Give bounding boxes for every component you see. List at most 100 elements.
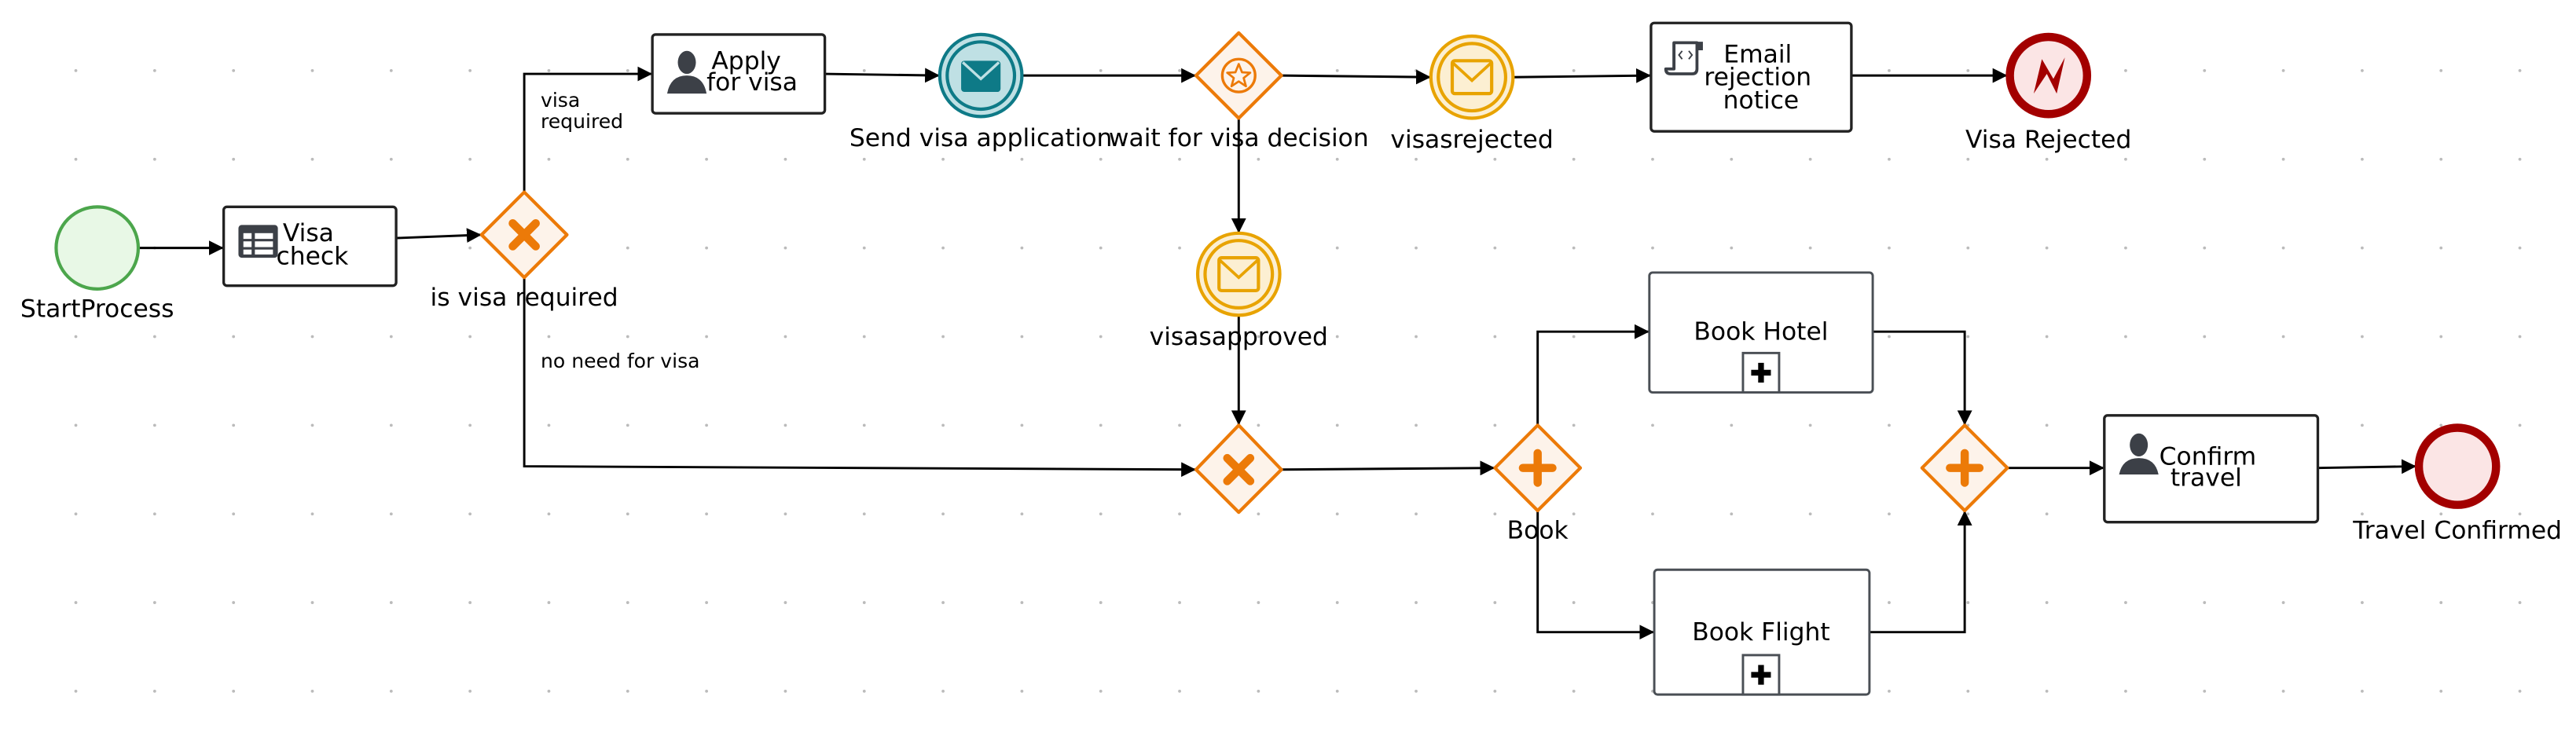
flow-apply-to-send[interactable]: [824, 68, 940, 83]
bpmn-canvas[interactable]: visa required no need for visa StartProc…: [0, 0, 2576, 729]
grid-dot: [2203, 157, 2207, 161]
grid-dot: [783, 601, 787, 604]
gateway-merge-exclusive[interactable]: [1194, 423, 1283, 515]
subprocess-book-hotel-label: Book Hotel: [1693, 318, 1828, 346]
grid-dot: [1966, 335, 1970, 339]
grid-dot: [1099, 423, 1103, 427]
flow-no-need-for-visa[interactable]: [523, 277, 1196, 478]
grid-dot: [2361, 335, 2364, 339]
event-send-visa-application[interactable]: [938, 32, 1024, 119]
grid-dot: [1178, 157, 1181, 161]
event-visasrejected[interactable]: [1429, 34, 1515, 120]
grid-dot: [783, 246, 787, 250]
flow-visa-check-to-gateway[interactable]: [396, 228, 482, 244]
grid-dot: [941, 335, 945, 339]
grid-dot: [862, 690, 866, 693]
grid-dot: [389, 601, 393, 604]
expand-plus-icon[interactable]: [1741, 351, 1781, 394]
task-confirm-travel[interactable]: Confirm travel: [2103, 414, 2320, 524]
grid-dot: [1572, 157, 1576, 161]
grid-dot: [1335, 512, 1339, 516]
flow-confirm-to-end[interactable]: [2317, 459, 2416, 474]
gateway-book-label: Book: [1507, 517, 1569, 545]
grid-dot: [1257, 157, 1260, 161]
grid-dot: [1415, 246, 1418, 250]
grid-dot: [1808, 423, 1812, 427]
flow-merge-to-book[interactable]: [1281, 460, 1495, 476]
grid-dot: [232, 423, 236, 427]
grid-dot: [310, 423, 314, 427]
grid-dot: [74, 157, 78, 161]
grid-dot: [1808, 246, 1812, 250]
grid-dot: [2281, 601, 2285, 604]
grid-dot: [1099, 690, 1103, 693]
grid-dot: [1966, 512, 1970, 516]
flow-flight-to-join[interactable]: [1869, 511, 1972, 634]
task-visa-check[interactable]: Visa check: [222, 205, 398, 288]
grid-dot: [862, 601, 866, 604]
gateway-is-visa-required[interactable]: [479, 190, 569, 280]
grid-dot: [468, 335, 472, 339]
grid-dot: [2281, 157, 2285, 161]
subprocess-book-flight-label: Book Flight: [1692, 618, 1829, 647]
grid-dot: [152, 512, 156, 516]
grid-dot: [862, 246, 866, 250]
start-event[interactable]: [54, 205, 141, 291]
task-apply-for-visa[interactable]: Apply for visa: [651, 33, 827, 115]
task-email-rejection-notice[interactable]: Email rejection notice: [1649, 21, 1853, 133]
grid-dot: [74, 601, 78, 604]
flow-book-to-hotel[interactable]: [1536, 324, 1649, 426]
grid-dot: [1335, 157, 1339, 161]
grid-dot: [1099, 335, 1103, 339]
gateway-wait-for-visa-decision-label: wait for visa decision: [1109, 124, 1369, 152]
grid-dot: [1020, 512, 1024, 516]
grid-dot: [547, 68, 551, 72]
task-email-line3: notice: [1723, 86, 1800, 115]
end-event-visa-rejected[interactable]: [2005, 32, 2092, 119]
gateway-join-parallel[interactable]: [1920, 423, 2009, 513]
flow-visasrejected-to-email[interactable]: [1513, 68, 1651, 83]
envelope-filled-icon: [961, 60, 1001, 93]
task-visa-check-line2: check: [277, 243, 350, 271]
grid-dot: [1178, 601, 1181, 604]
grid-dot: [705, 512, 708, 516]
grid-dot: [1415, 335, 1418, 339]
gateway-book-parallel[interactable]: [1493, 423, 1583, 513]
expand-plus-icon[interactable]: [1741, 654, 1781, 696]
grid-dot: [941, 157, 945, 161]
grid-dot: [2124, 601, 2127, 604]
grid-dot: [626, 690, 629, 693]
gateway-wait-for-visa-decision[interactable]: [1194, 31, 1283, 120]
grid-dot: [626, 512, 629, 516]
grid-dot: [2361, 68, 2364, 72]
grid-dot: [1020, 601, 1024, 604]
grid-dot: [310, 157, 314, 161]
grid-dot: [1099, 512, 1103, 516]
grid-dot: [468, 601, 472, 604]
grid-dot: [232, 68, 236, 72]
grid-dot: [1572, 68, 1576, 72]
event-visasapproved[interactable]: [1195, 231, 1282, 317]
grid-dot: [1099, 68, 1103, 72]
grid-dot: [705, 335, 708, 339]
grid-dot: [74, 335, 78, 339]
grid-dot: [2518, 423, 2522, 427]
subprocess-book-flight[interactable]: Book Flight: [1653, 568, 1871, 696]
grid-dot: [1888, 512, 1891, 516]
grid-dot: [547, 335, 551, 339]
grid-dot: [1966, 246, 1970, 250]
flow-wait-to-visasrejected[interactable]: [1281, 69, 1431, 85]
subprocess-book-hotel[interactable]: Book Hotel: [1648, 271, 1874, 394]
grid-dot: [547, 423, 551, 427]
end-event-travel-confirmed[interactable]: [2414, 423, 2501, 509]
grid-dot: [941, 512, 945, 516]
grid-dot: [1572, 246, 1576, 250]
flow-hotel-to-join[interactable]: [1873, 330, 1972, 426]
grid-dot: [1257, 690, 1260, 693]
grid-dot: [468, 68, 472, 72]
grid-dot: [2203, 601, 2207, 604]
grid-dot: [1966, 68, 1970, 72]
start-event-label: StartProcess: [20, 295, 174, 323]
grid-dot: [1730, 512, 1734, 516]
grid-dot: [2439, 68, 2443, 72]
